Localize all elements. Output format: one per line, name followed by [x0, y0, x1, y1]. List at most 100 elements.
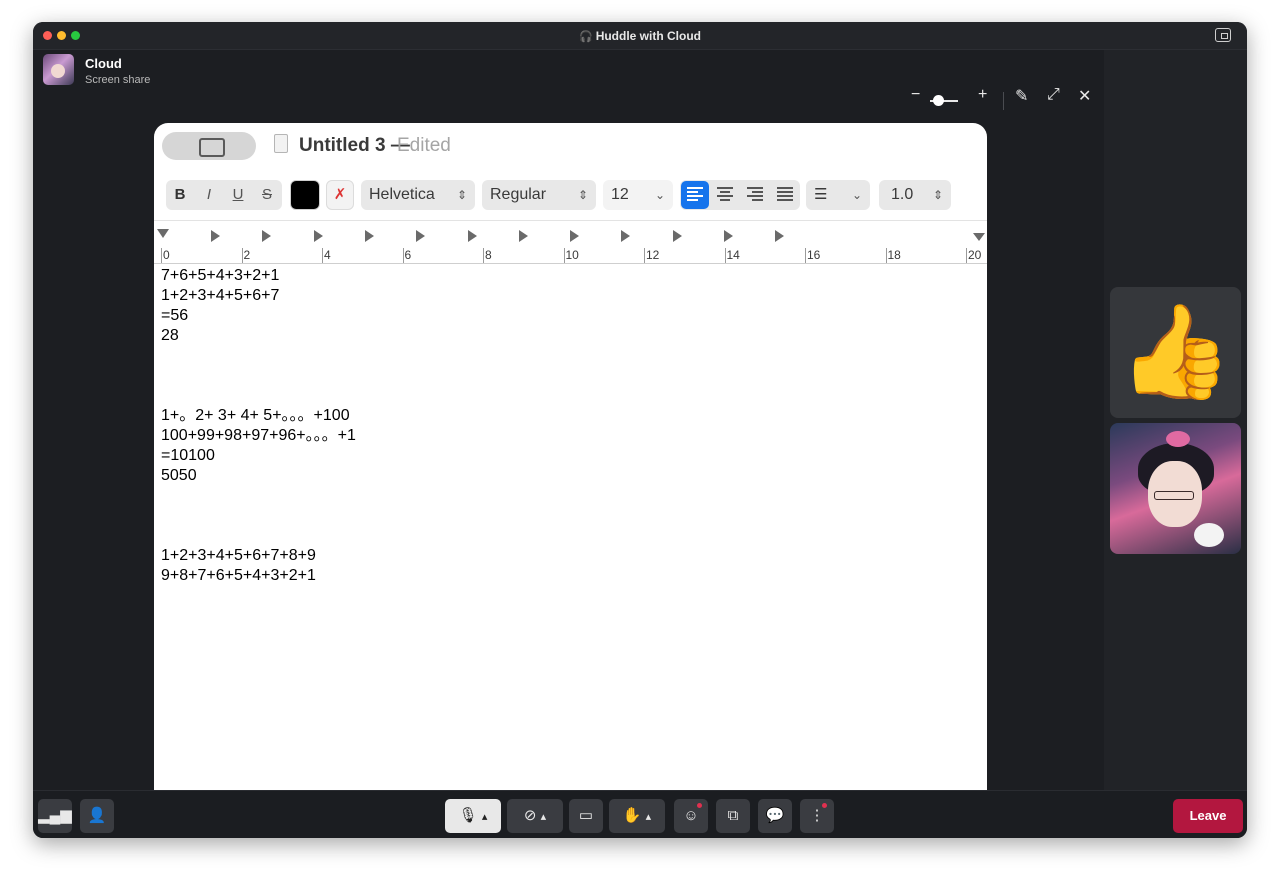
leave-button[interactable]: Leave [1173, 799, 1243, 833]
presenter-avatar [43, 54, 74, 85]
ruler-label: 2 [243, 248, 251, 262]
ruler-tick [805, 248, 806, 263]
presenter-name: Cloud [85, 56, 122, 71]
reaction-tile: 👍 [1110, 287, 1241, 418]
participant-sidebar [1104, 50, 1247, 790]
ruler-tick [724, 248, 726, 263]
ruler-tick [241, 248, 243, 263]
font-style-value: Regular [490, 186, 547, 203]
ruler-tick [322, 248, 323, 263]
tab-stop-marker[interactable] [672, 230, 682, 242]
list-style-select[interactable]: ☰ ⌄ [806, 180, 870, 210]
zoom-out-icon[interactable]: − [911, 86, 920, 104]
clear-style-icon[interactable]: ✗ [326, 180, 354, 210]
ruler-label: 0 [163, 248, 170, 262]
participant-tile-cloud[interactable] [1110, 423, 1241, 554]
ruler[interactable]: 0 2 4 6 8 10 12 14 16 18 20 [154, 220, 987, 264]
tab-stop-marker[interactable] [364, 230, 374, 242]
shared-document: Untitled 3 — Edited B I U S ✗ Helvetica ⇕… [154, 123, 987, 817]
font-size-select[interactable]: 12 ⌄ [603, 180, 673, 210]
zoom-in-icon[interactable]: + [978, 86, 987, 104]
chat-icon[interactable]: 💬 [758, 799, 792, 833]
tab-stop-marker[interactable] [467, 230, 477, 242]
justify-icon[interactable] [777, 187, 793, 201]
format-toolbar: B I U S ✗ Helvetica ⇕ Regular ⇕ 12 ⌄ ☰ ⌄… [154, 176, 987, 214]
font-style-select[interactable]: Regular ⇕ [482, 180, 596, 210]
bullet-list-icon: ☰ [814, 186, 828, 203]
ruler-tick [563, 248, 565, 263]
font-size-value: 12 [611, 186, 629, 203]
document-line: 7+6+5+4+3+2+1 [161, 267, 280, 284]
popout-window-icon[interactable] [1215, 28, 1231, 42]
microphone-icon: 🎙 [458, 807, 478, 824]
call-controls: ▂▄▆ 👤 🎙 ▴ ⊘ ▴ ▭ ✋ ▴ ☺ ⧉ 💬 ⋮ Leave [33, 790, 1247, 838]
line-spacing-value: 1.0 [891, 186, 914, 203]
tab-stop-marker[interactable] [262, 230, 272, 242]
bold-button[interactable]: B [166, 180, 194, 210]
ruler-label: 12 [646, 248, 660, 262]
sidebar-toggle-button[interactable] [162, 132, 256, 160]
document-body[interactable]: 7+6+5+4+3+2+1 1+2+3+4+5+6+7 =56 28 1+。2+ 3+ … [161, 266, 971, 586]
ruler-label: 18 [887, 248, 901, 262]
tab-stop-marker[interactable] [211, 230, 220, 242]
tab-stop-marker[interactable] [775, 230, 785, 242]
raise-hand-button[interactable]: ✋ ▴ [609, 799, 665, 833]
tab-stop-marker[interactable] [724, 230, 733, 242]
sticker-icon[interactable]: ⧉ [716, 799, 750, 833]
more-options-icon[interactable]: ⋮ [800, 799, 834, 833]
ruler-label: 10 [565, 248, 579, 262]
add-people-icon[interactable]: 👤 [80, 799, 114, 833]
line-spacing-select[interactable]: 1.0 ⇕ [879, 180, 951, 210]
text-color-well[interactable] [290, 180, 320, 210]
chevron-down-icon: ⌄ [851, 188, 862, 202]
underline-button[interactable]: U [224, 180, 252, 210]
camera-button[interactable]: ⊘ ▴ [507, 799, 563, 833]
emoji-reaction-icon[interactable]: ☺ [674, 799, 708, 833]
document-line: 1+2+3+4+5+6+7 [161, 287, 280, 304]
ruler-label: 8 [485, 248, 492, 262]
title-bar: 🎧 Huddle with Cloud [33, 22, 1247, 50]
connection-stats-icon[interactable]: ▂▄▆ [38, 799, 72, 833]
screen-share-icon[interactable]: ▭ [569, 799, 603, 833]
ruler-tick [966, 248, 967, 263]
close-share-icon[interactable]: ✕ [1078, 86, 1091, 106]
chevron-up-icon[interactable]: ▴ [646, 811, 652, 823]
expand-icon[interactable]: ⤢ [1047, 86, 1060, 104]
tab-stop-marker[interactable] [518, 230, 528, 242]
tab-stop-marker[interactable] [416, 230, 426, 242]
document-header: Untitled 3 — Edited [154, 123, 987, 171]
chevron-updown-icon: ⇕ [577, 188, 588, 202]
tab-stop-marker[interactable] [313, 230, 323, 242]
ruler-label: 16 [807, 248, 821, 262]
tab-stop-marker[interactable] [621, 230, 631, 242]
video-off-icon: ⊘ [523, 807, 537, 824]
first-line-indent-marker[interactable] [157, 229, 169, 238]
screen-share-stage: Cloud Screen share − + ✎ ⤢ ✕ Untitled 3 … [33, 50, 1104, 817]
font-family-select[interactable]: Helvetica ⇕ [361, 180, 475, 210]
tab-stop-marker[interactable] [570, 230, 580, 242]
chevron-up-icon[interactable]: ▴ [482, 811, 488, 823]
mic-button[interactable]: 🎙 ▴ [445, 799, 501, 833]
ruler-tick [644, 248, 645, 263]
strikethrough-button[interactable]: S [253, 180, 281, 210]
document-line: 1+2+3+4+5+6+7+8+9 [161, 547, 316, 564]
ruler-tick [161, 248, 162, 263]
raised-hand-icon: ✋ [622, 807, 642, 824]
zoom-slider-knob[interactable] [933, 95, 944, 106]
italic-button[interactable]: I [195, 180, 223, 210]
chevron-up-icon[interactable]: ▴ [541, 811, 547, 823]
align-center-icon[interactable] [717, 187, 733, 201]
document-title: Untitled 3 — [299, 135, 410, 156]
draw-pencil-icon[interactable]: ✎ [1015, 86, 1028, 106]
document-line: 1+。2+ 3+ 4+ 5+。。。+100 [161, 407, 350, 424]
align-right-icon[interactable] [747, 187, 763, 201]
notification-dot [822, 803, 827, 808]
right-indent-marker[interactable] [973, 233, 985, 241]
ruler-label: 6 [404, 248, 412, 262]
document-line: 28 [161, 327, 179, 344]
